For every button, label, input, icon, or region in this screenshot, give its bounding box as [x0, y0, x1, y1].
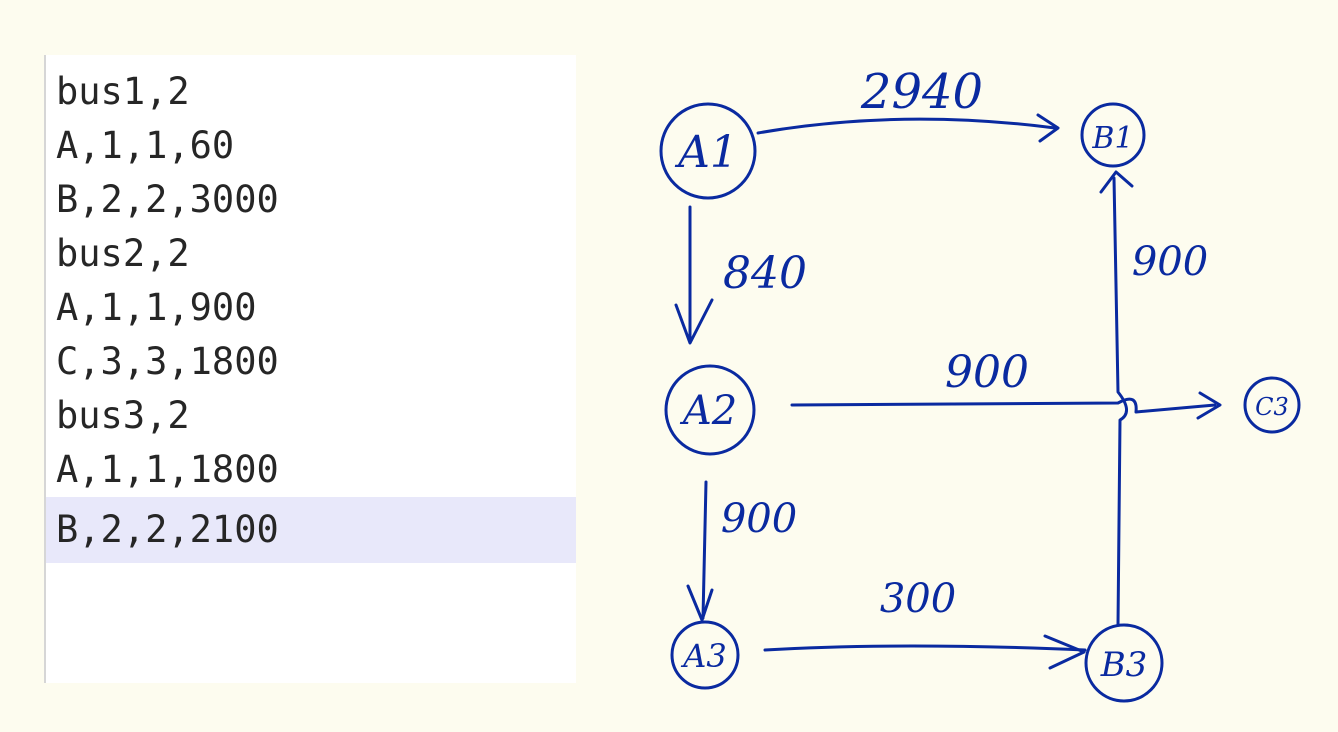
- node-label-b3: B3: [1100, 645, 1148, 685]
- edge-a1-b1: [756, 117, 1057, 135]
- node-label-b1: B1: [1091, 121, 1133, 156]
- edge-a2-c3: [790, 397, 1217, 414]
- node-label-a3: A3: [680, 637, 726, 675]
- node-label-a2: A2: [679, 388, 737, 434]
- edge-weight-b3-b1: 900: [1132, 239, 1208, 285]
- arrowhead-a3-b3: [1043, 634, 1086, 670]
- edge-weight-a3-b3: 300: [880, 576, 956, 622]
- node-label-c3: C3: [1255, 393, 1289, 421]
- arrowhead-a2-a3: [686, 584, 714, 622]
- edge-weight-a2-c3: 900: [945, 347, 1029, 398]
- arrowhead-b3-b1: [1099, 170, 1134, 194]
- edge-a2-a3: [701, 480, 708, 620]
- arrowhead-a1-a2: [674, 298, 714, 345]
- edge-a3-b3: [763, 644, 1087, 652]
- handwritten-graph-diagram: A1 B1 A2 C3 A3 B3 2940 840 900 900 300 9…: [659, 64, 1301, 703]
- node-label-a1: A1: [674, 127, 738, 178]
- edge-weight-a2-a3: 900: [721, 496, 797, 542]
- edge-weight-a1-a2: 840: [723, 248, 807, 299]
- edge-weight-a1-b1: 2940: [860, 64, 983, 120]
